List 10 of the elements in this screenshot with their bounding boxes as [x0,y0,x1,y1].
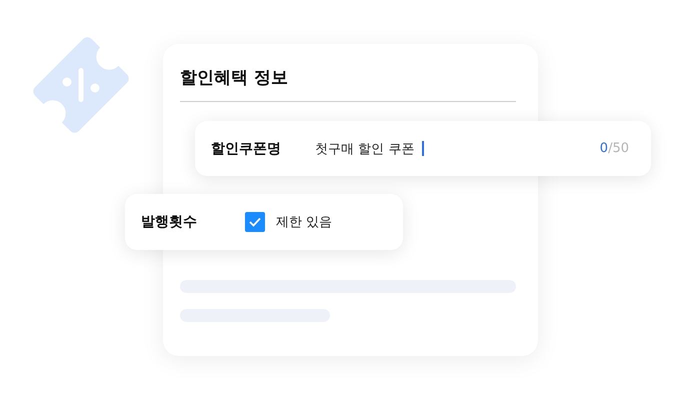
input-field[interactable]: 첫구매 할인 쿠폰 [315,140,414,158]
character-count: 0 [600,141,608,156]
text-cursor [422,141,424,156]
field-label: 할인쿠폰명 [211,140,282,158]
check-icon [249,217,261,227]
checkbox-label: 제한 있음 [276,214,332,231]
character-limit: /50 [608,141,629,156]
field-label: 발행횟수 [141,213,198,231]
panel-title: 할인혜택 정보 [180,66,516,102]
checkbox[interactable] [245,212,265,232]
